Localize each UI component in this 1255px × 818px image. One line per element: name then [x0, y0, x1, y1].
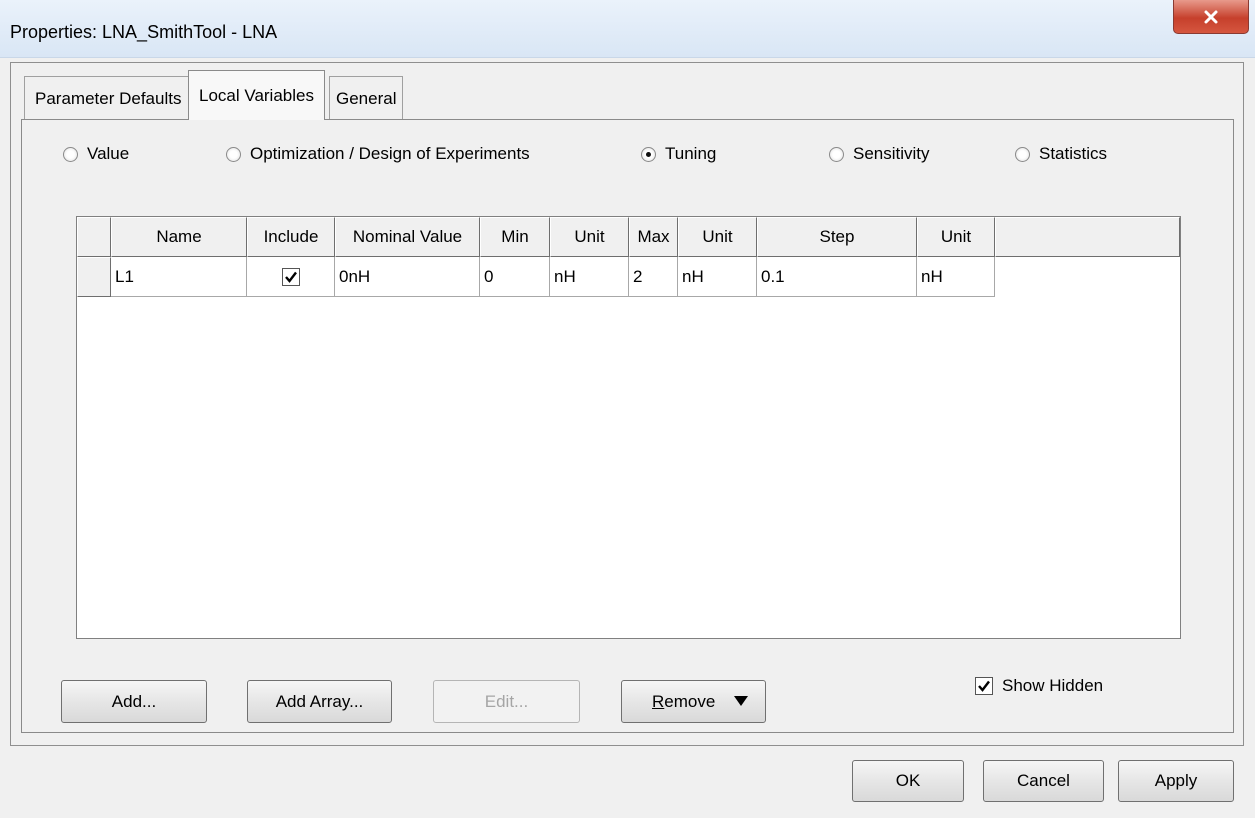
dropdown-arrow-icon[interactable] — [734, 696, 748, 708]
button-label: Apply — [1154, 771, 1198, 790]
cell-max-unit[interactable]: nH — [678, 257, 757, 297]
remove-button[interactable]: Remove — [621, 680, 766, 723]
button-label: Remove — [652, 692, 715, 712]
close-button[interactable] — [1173, 0, 1249, 34]
radio-button[interactable] — [63, 146, 78, 162]
show-hidden-checkbox[interactable] — [975, 677, 993, 695]
radio-label: Sensitivity — [853, 144, 930, 163]
mnemonic-letter: R — [652, 691, 665, 711]
show-hidden-label: Show Hidden — [1002, 676, 1104, 695]
button-label: Add Array... — [275, 691, 364, 711]
show-hidden-option[interactable]: Show Hidden — [975, 676, 1103, 696]
button-label-rest: emove — [664, 691, 716, 711]
radio-button[interactable] — [1015, 146, 1030, 162]
cell-min[interactable]: 0 — [480, 257, 550, 297]
tab-local-variables[interactable]: Local Variables — [188, 70, 325, 120]
radio-button-selected[interactable] — [641, 146, 656, 162]
column-header-max-unit[interactable]: Unit — [678, 217, 757, 257]
close-icon — [1204, 10, 1218, 23]
radio-button[interactable] — [829, 146, 844, 162]
tab-parameter-defaults[interactable]: Parameter Defaults — [24, 76, 193, 120]
radio-button[interactable] — [226, 146, 241, 162]
cancel-button[interactable]: Cancel — [983, 760, 1104, 802]
checkmark-icon — [284, 271, 297, 283]
column-header-min[interactable]: Min — [480, 217, 550, 257]
column-header-max[interactable]: Max — [629, 217, 678, 257]
column-header-include[interactable]: Include — [247, 217, 335, 257]
radio-sensitivity[interactable]: Sensitivity — [829, 144, 930, 164]
radio-label: Optimization / Design of Experiments — [250, 144, 530, 163]
tab-label: Local Variables — [199, 85, 314, 105]
ok-button[interactable]: OK — [852, 760, 964, 802]
tab-general[interactable]: General — [329, 76, 404, 120]
cell-include[interactable] — [247, 257, 335, 297]
tab-label: Parameter Defaults — [35, 88, 182, 108]
column-header-min-unit[interactable]: Unit — [550, 217, 629, 257]
button-label: Cancel — [1017, 771, 1070, 790]
column-header-step[interactable]: Step — [757, 217, 917, 257]
corner-header-cell[interactable] — [77, 217, 111, 257]
radio-tuning[interactable]: Tuning — [641, 144, 716, 164]
column-header-step-unit[interactable]: Unit — [917, 217, 995, 257]
row-header-cell[interactable] — [77, 257, 111, 297]
window-title: Properties: LNA_SmithTool - LNA — [10, 22, 278, 42]
apply-button[interactable]: Apply — [1118, 760, 1234, 802]
radio-label: Statistics — [1039, 144, 1108, 163]
title-bar: Properties: LNA_SmithTool - LNA — [0, 0, 1255, 58]
cell-max[interactable]: 2 — [629, 257, 678, 297]
include-checkbox[interactable] — [281, 267, 300, 286]
button-label: Edit... — [484, 691, 529, 711]
edit-button[interactable]: Edit... — [433, 680, 580, 723]
cell-min-unit[interactable]: nH — [550, 257, 629, 297]
tab-label: General — [336, 88, 397, 108]
radio-value[interactable]: Value — [63, 144, 129, 164]
column-header-nominal-value[interactable]: Nominal Value — [335, 217, 480, 257]
button-label: Add... — [111, 691, 157, 711]
cell-nominal-value[interactable]: 0nH — [335, 257, 480, 297]
radio-optimization-doe[interactable]: Optimization / Design of Experiments — [226, 144, 530, 164]
cell-step-unit[interactable]: nH — [917, 257, 995, 297]
add-array-button[interactable]: Add Array... — [247, 680, 392, 723]
add-button[interactable]: Add... — [61, 680, 207, 723]
radio-label: Tuning — [665, 144, 717, 163]
properties-dialog: Properties: LNA_SmithTool - LNA Paramete… — [0, 0, 1255, 818]
table-header-row: Name Include Nominal Value Min Unit Max … — [77, 217, 1180, 257]
cell-step[interactable]: 0.1 — [757, 257, 917, 297]
radio-statistics[interactable]: Statistics — [1015, 144, 1107, 164]
variables-table[interactable]: Name Include Nominal Value Min Unit Max … — [76, 216, 1181, 639]
column-header-name[interactable]: Name — [111, 217, 247, 257]
cell-name[interactable]: L1 — [111, 257, 247, 297]
checkmark-icon — [978, 680, 990, 692]
button-label: OK — [895, 771, 921, 790]
radio-label: Value — [87, 144, 130, 163]
column-header-filler — [995, 217, 1180, 257]
